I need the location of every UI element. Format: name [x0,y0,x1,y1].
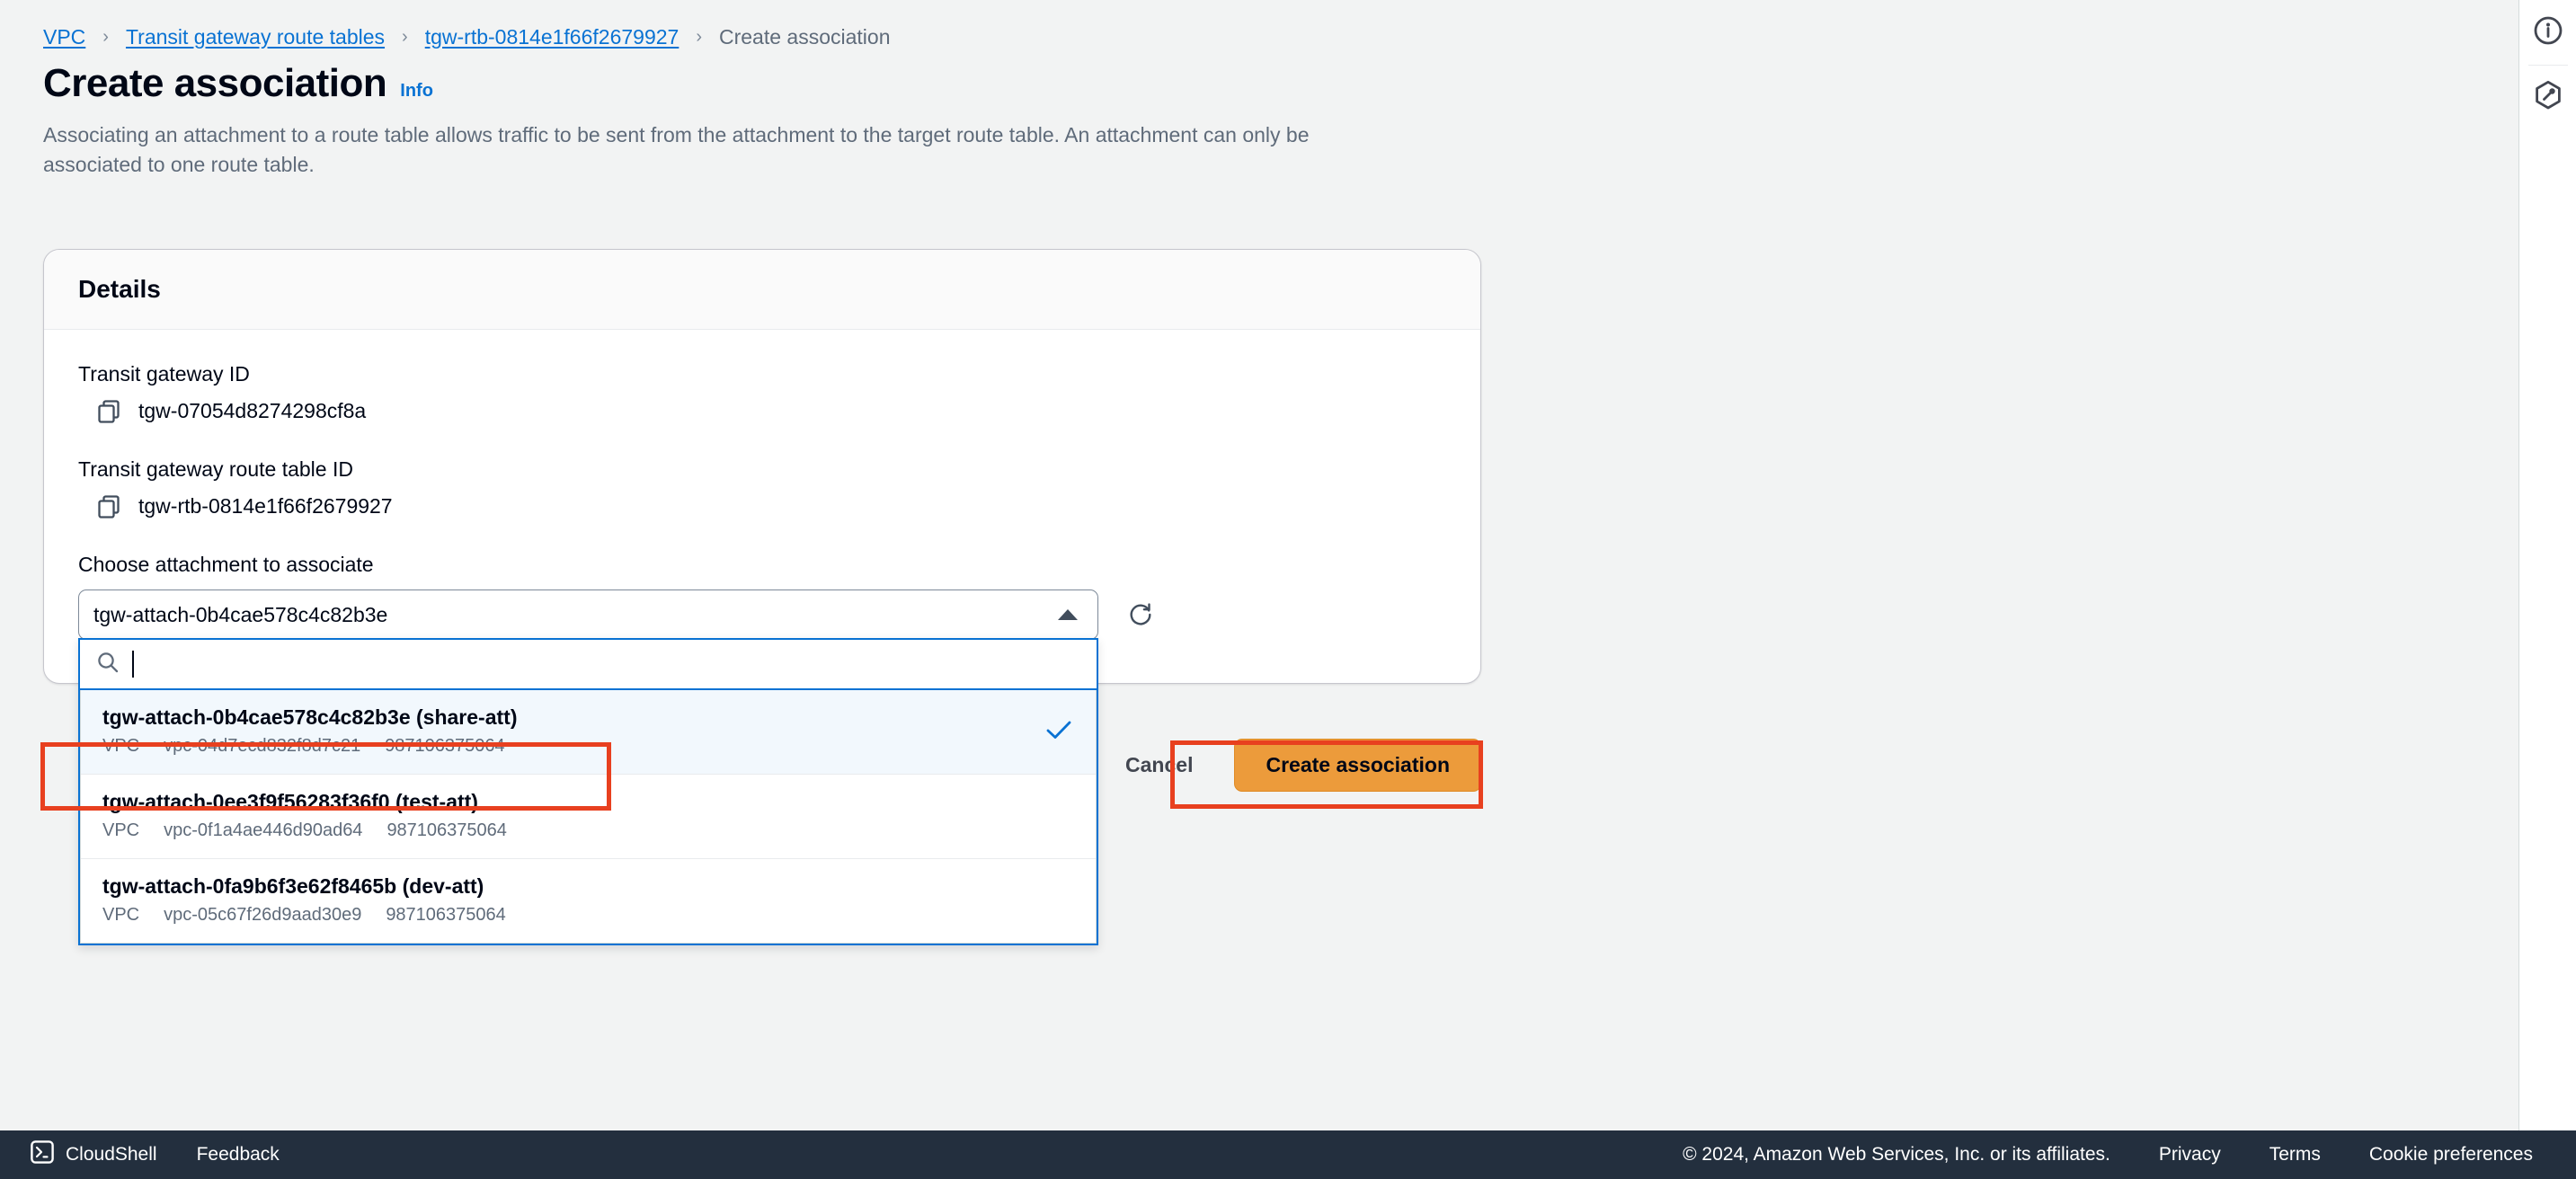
breadcrumb-item-route-tables[interactable]: Transit gateway route tables [126,25,385,49]
privacy-link[interactable]: Privacy [2159,1144,2221,1166]
create-association-button[interactable]: Create association [1234,739,1481,792]
search-icon [96,651,120,678]
cloudshell-label: CloudShell [66,1144,157,1165]
right-sidebar [2518,0,2576,1130]
dropdown-option-title: tgw-attach-0fa9b6f3e62f8465b (dev-att) [102,874,484,898]
breadcrumb-item-current: Create association [719,24,891,49]
info-circle-icon [2533,15,2563,50]
route-table-id-value: tgw-rtb-0814e1f66f2679927 [138,494,393,518]
dropdown-option[interactable]: tgw-attach-0ee3f9f56283f36f0 (test-att) … [81,775,1096,859]
route-table-id-label: Transit gateway route table ID [78,457,353,481]
cloudshell-terminal-icon [31,1140,54,1169]
breadcrumb-item-route-table-id[interactable]: tgw-rtb-0814e1f66f2679927 [425,25,680,49]
route-table-id-field: Transit gateway route table ID tgw-rtb-0… [78,457,1446,519]
attachment-dropdown: tgw-attach-0b4cae578c4c82b3e (share-att)… [78,638,1098,945]
info-link[interactable]: Info [400,81,433,102]
hexagon-settings-icon [2533,80,2563,117]
dropdown-option[interactable]: tgw-attach-0fa9b6f3e62f8465b (dev-att) V… [81,859,1096,943]
page-title: Create association [43,61,387,105]
dropdown-option-type: VPC [102,905,140,925]
transit-gateway-id-value: tgw-07054d8274298cf8a [138,399,367,422]
feedback-link[interactable]: Feedback [197,1144,280,1166]
dropdown-option-title: tgw-attach-0b4cae578c4c82b3e (share-att) [102,705,518,729]
caret-up-icon [1058,609,1078,620]
tools-panel-button[interactable] [2519,66,2576,130]
attachment-select-value: tgw-attach-0b4cae578c4c82b3e [93,602,388,626]
dropdown-option-vpc-id: vpc-0f1a4ae446d90ad64 [164,820,363,840]
breadcrumb-separator-icon: › [402,27,408,47]
dropdown-option-account: 987106375064 [386,905,506,925]
details-card: Details Transit gateway ID tgw-07054d827… [43,249,1481,945]
info-panel-button[interactable] [2519,0,2576,65]
attachment-select-label: Choose attachment to associate [78,553,374,576]
attachment-select-field: Choose attachment to associate tgw-attac… [78,553,1446,945]
page-description: Associating an attachment to a route tab… [43,123,1310,177]
dropdown-option-title: tgw-attach-0ee3f9f56283f36f0 (test-att) [102,790,478,813]
page-header: Create association Info [43,61,2518,106]
breadcrumb-separator-icon: › [102,27,109,47]
dropdown-option-account: 987106375064 [386,820,507,840]
dropdown-option-vpc-id: vpc-05c67f26d9aad30e9 [164,905,362,925]
cloudshell-button[interactable]: CloudShell [31,1140,157,1169]
details-card-body: Transit gateway ID tgw-07054d8274298cf8a… [44,330,1480,945]
refresh-icon[interactable] [1124,598,1158,632]
cookie-preferences-link[interactable]: Cookie preferences [2369,1144,2533,1166]
dropdown-option-account: 987106375064 [385,736,505,756]
breadcrumb-separator-icon: › [696,27,702,47]
text-cursor [132,651,134,678]
footer-bar: CloudShell Feedback © 2024, Amazon Web S… [0,1130,2576,1179]
dropdown-search-input[interactable] [147,649,1080,679]
dropdown-option-list: tgw-attach-0b4cae578c4c82b3e (share-att)… [80,690,1097,944]
dropdown-option-vpc-id: vpc-04d7ecd832f8d7c21 [164,736,361,756]
terms-link[interactable]: Terms [2270,1144,2321,1166]
copy-icon[interactable] [98,494,120,519]
breadcrumb-item-vpc[interactable]: VPC [43,25,85,49]
dropdown-search-row[interactable] [80,640,1097,690]
breadcrumb: VPC › Transit gateway route tables › tgw… [43,0,2518,49]
copyright-text: © 2024, Amazon Web Services, Inc. or its… [1683,1144,2110,1165]
details-card-header: Details [44,250,1480,330]
dropdown-option-type: VPC [102,736,140,756]
dropdown-option-type: VPC [102,820,140,840]
copy-icon[interactable] [98,399,120,423]
check-icon [1045,719,1072,745]
cancel-button[interactable]: Cancel [1118,740,1200,790]
attachment-select[interactable]: tgw-attach-0b4cae578c4c82b3e [78,590,1098,640]
dropdown-option[interactable]: tgw-attach-0b4cae578c4c82b3e (share-att)… [81,690,1096,775]
transit-gateway-id-label: Transit gateway ID [78,362,250,386]
transit-gateway-id-field: Transit gateway ID tgw-07054d8274298cf8a [78,362,1446,423]
details-title: Details [78,275,161,303]
